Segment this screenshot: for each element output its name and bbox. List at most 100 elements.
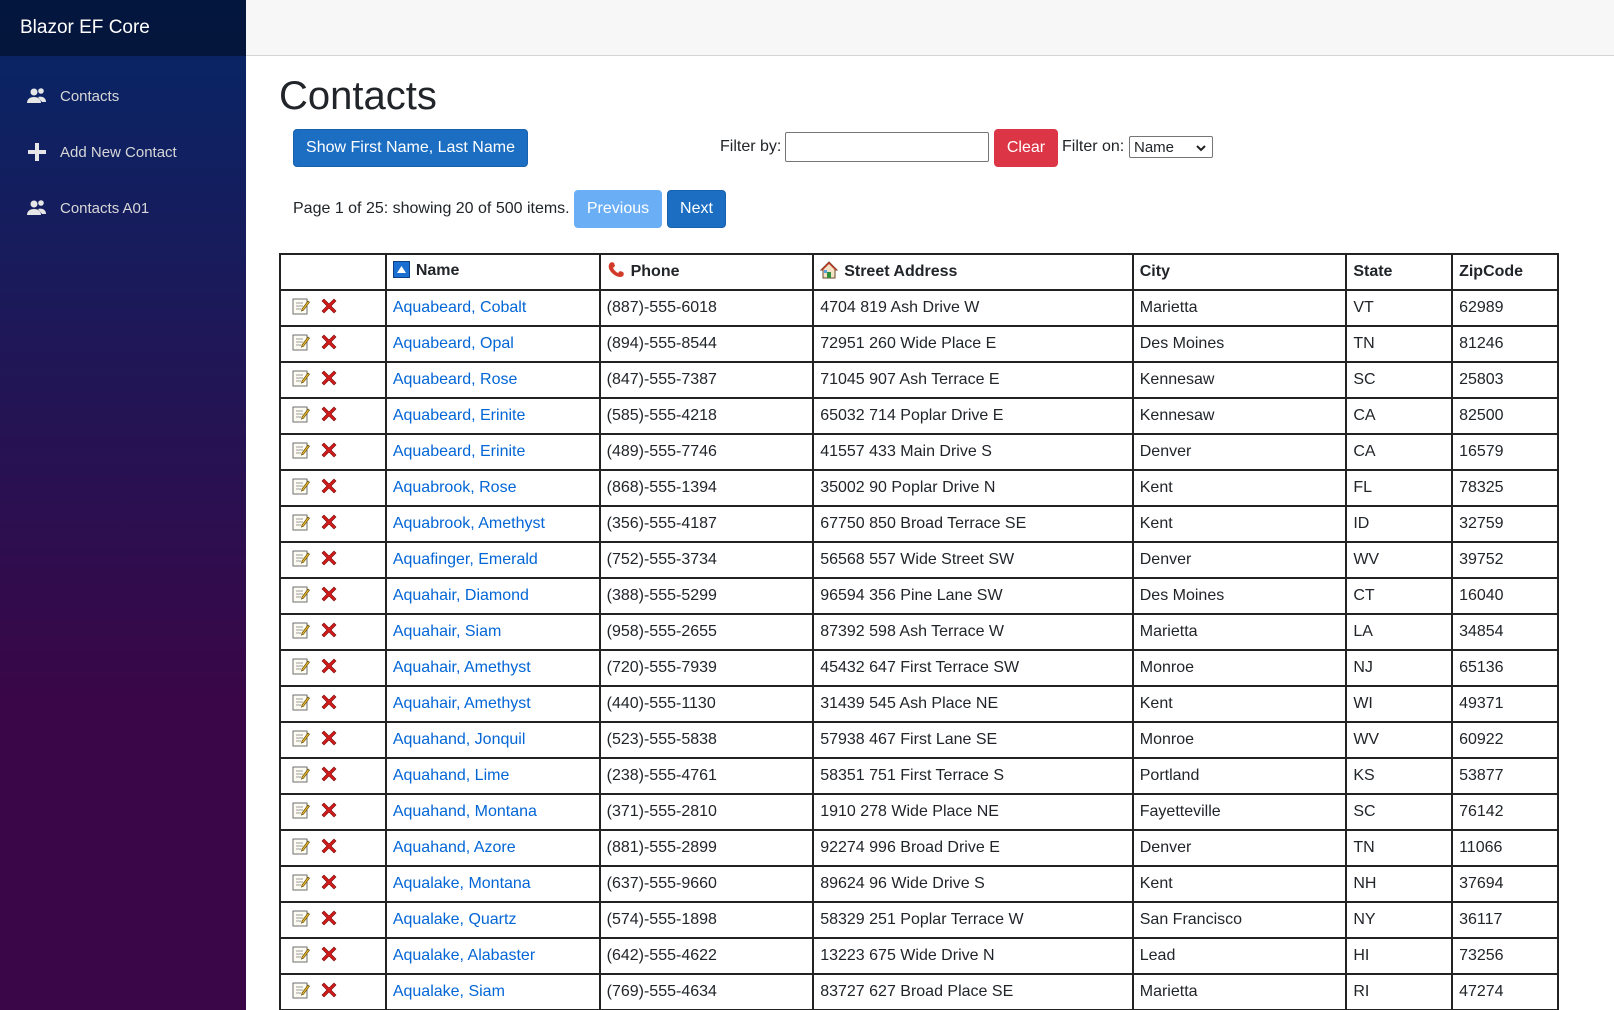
toggle-name-format-button[interactable]: Show First Name, Last Name [293,129,528,167]
zipcode-cell: 25803 [1451,361,1559,399]
delete-icon[interactable] [320,441,338,464]
sidebar-item-contacts-a01[interactable]: Contacts A01 [0,180,246,236]
contact-name-link[interactable]: Aqualake, Alabaster [393,947,535,964]
street-address-cell: 96594 356 Pine Lane SW [812,577,1134,615]
edit-icon[interactable] [292,873,310,896]
edit-icon[interactable] [292,801,310,824]
phone-header[interactable]: Phone [598,253,815,291]
row-actions [279,613,387,651]
table-row: Aquahair, Amethyst (720)-555-7939 45432 64… [279,649,1559,687]
sidebar-item-contacts[interactable]: Contacts [0,68,246,124]
contact-name-link[interactable]: Aquahand, Lime [393,767,510,784]
name-cell: Aquahair, Diamond [384,577,601,615]
edit-icon[interactable] [292,765,310,788]
phone-cell: (769)-555-4634 [598,973,815,1010]
delete-icon[interactable] [320,297,338,320]
delete-icon[interactable] [320,549,338,572]
contact-name-link[interactable]: Aquahand, Azore [393,839,516,856]
contact-name-link[interactable]: Aquahair, Amethyst [393,659,531,676]
delete-icon[interactable] [320,513,338,536]
contact-name-link[interactable]: Aquabeard, Erinite [393,407,526,424]
edit-icon[interactable] [292,405,310,428]
contact-name-link[interactable]: Aquabeard, Cobalt [393,299,526,316]
next-button[interactable]: Next [667,190,726,228]
name-cell: Aquahand, Montana [384,793,601,831]
edit-icon[interactable] [292,297,310,320]
edit-icon[interactable] [292,549,310,572]
contact-name-link[interactable]: Aquahair, Diamond [393,587,529,604]
contact-name-link[interactable]: Aquabrook, Rose [393,479,517,496]
sidebar-item-label: Contacts [60,87,120,105]
edit-icon[interactable] [292,729,310,752]
contact-name-link[interactable]: Aqualake, Quartz [393,911,517,928]
name-header[interactable]: Name [384,253,601,291]
delete-icon[interactable] [320,765,338,788]
street-address-header[interactable]: Street Address [812,253,1134,291]
state-cell: SC [1345,793,1454,831]
delete-icon[interactable] [320,585,338,608]
zipcode-cell: 34854 [1451,613,1559,651]
city-header[interactable]: City [1131,253,1348,291]
clear-button[interactable]: Clear [994,129,1058,167]
zipcode-cell: 47274 [1451,973,1559,1010]
table-row: Aquabeard, Rose (847)-555-7387 71045 907 A… [279,361,1559,399]
sort-ascending-icon[interactable] [392,261,410,283]
phone-cell: (881)-555-2899 [598,829,815,867]
delete-icon[interactable] [320,837,338,860]
zipcode-cell: 11066 [1451,829,1559,867]
city-cell: Kent [1131,505,1348,543]
filter-on-select[interactable]: Name [1129,136,1213,158]
edit-icon[interactable] [292,693,310,716]
brand-title[interactable]: Blazor EF Core [0,0,246,56]
edit-icon[interactable] [292,837,310,860]
delete-icon[interactable] [320,333,338,356]
delete-icon[interactable] [320,477,338,500]
contact-name-link[interactable]: Aquahair, Siam [393,623,502,640]
filter-on-selected-value: Name [1134,138,1175,156]
edit-icon[interactable] [292,369,310,392]
contact-name-link[interactable]: Aquabeard, Erinite [393,443,526,460]
delete-icon[interactable] [320,369,338,392]
delete-icon[interactable] [320,729,338,752]
contact-name-link[interactable]: Aqualake, Siam [393,983,505,1000]
edit-icon[interactable] [292,513,310,536]
zipcode-cell: 62989 [1451,289,1559,327]
delete-icon[interactable] [320,801,338,824]
zipcode-cell: 49371 [1451,685,1559,723]
state-header[interactable]: State [1345,253,1454,291]
city-cell: Kennesaw [1131,397,1348,435]
edit-icon[interactable] [292,477,310,500]
state-cell: TN [1345,325,1454,363]
sidebar-item-add-new-contact[interactable]: Add New Contact [0,124,246,180]
delete-icon[interactable] [320,405,338,428]
edit-icon[interactable] [292,333,310,356]
contact-name-link[interactable]: Aquafinger, Emerald [393,551,538,568]
delete-icon[interactable] [320,945,338,968]
edit-icon[interactable] [292,981,310,1004]
previous-button[interactable]: Previous [574,190,662,228]
edit-icon[interactable] [292,585,310,608]
contact-name-link[interactable]: Aquabrook, Amethyst [393,515,545,532]
contact-name-link[interactable]: Aquahand, Montana [393,803,537,820]
table-row: Aquabeard, Cobalt (887)-555-6018 4704 819 … [279,289,1559,327]
contact-name-link[interactable]: Aquabeard, Opal [393,335,514,352]
contact-name-link[interactable]: Aquahand, Jonquil [393,731,526,748]
contact-name-link[interactable]: Aquahair, Amethyst [393,695,531,712]
edit-icon[interactable] [292,909,310,932]
contact-name-link[interactable]: Aqualake, Montana [393,875,531,892]
edit-icon[interactable] [292,657,310,680]
delete-icon[interactable] [320,657,338,680]
delete-icon[interactable] [320,693,338,716]
delete-icon[interactable] [320,909,338,932]
phone-cell: (523)-555-5838 [598,721,815,759]
edit-icon[interactable] [292,441,310,464]
delete-icon[interactable] [320,981,338,1004]
delete-icon[interactable] [320,621,338,644]
row-actions [279,793,387,831]
filter-input[interactable] [785,132,989,162]
edit-icon[interactable] [292,621,310,644]
delete-icon[interactable] [320,873,338,896]
contact-name-link[interactable]: Aquabeard, Rose [393,371,518,388]
edit-icon[interactable] [292,945,310,968]
zipcode-header[interactable]: ZipCode [1451,253,1559,291]
